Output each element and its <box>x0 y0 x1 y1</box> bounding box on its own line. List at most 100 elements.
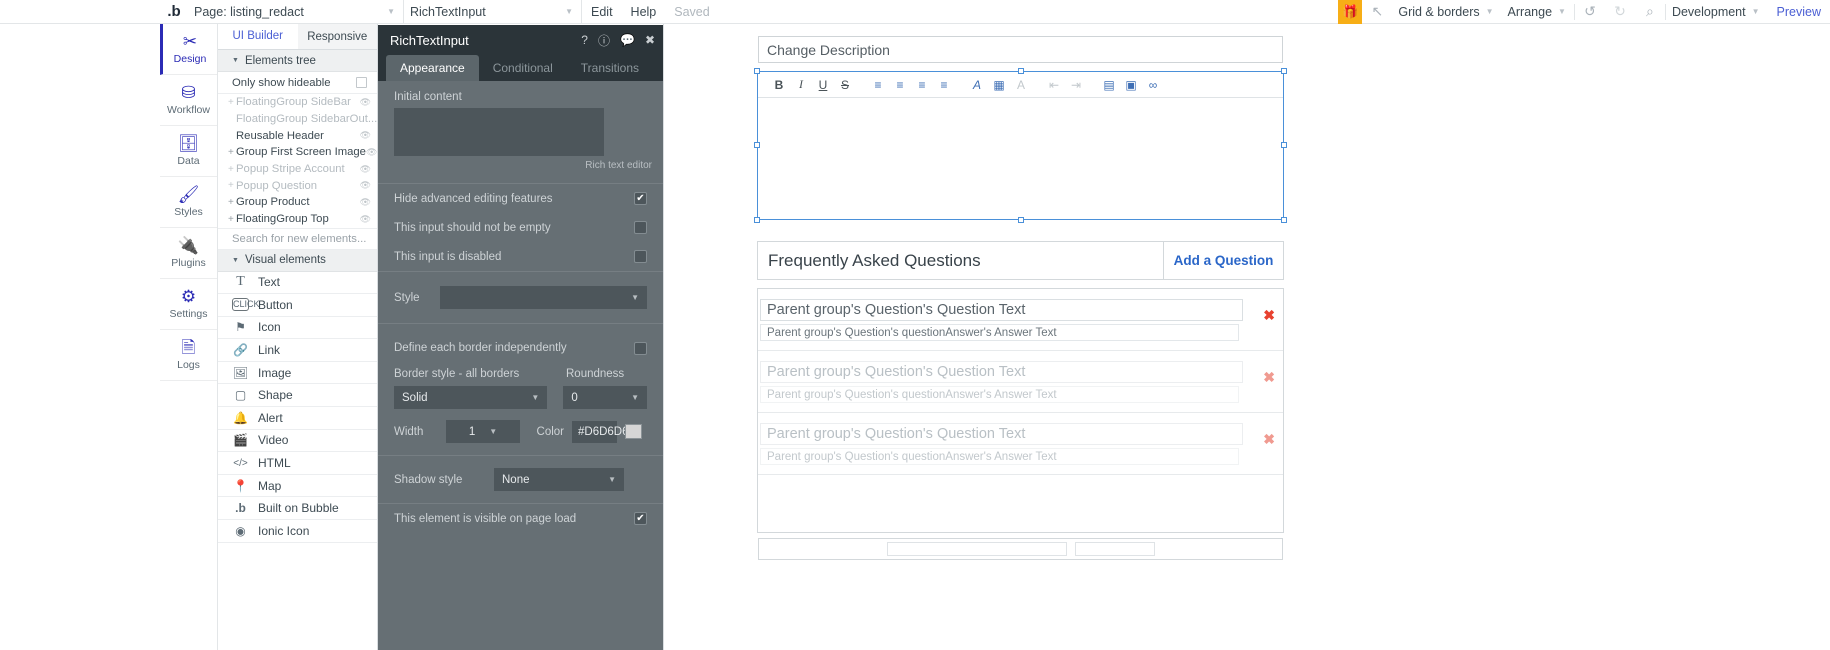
change-description-input[interactable]: Change Description <box>758 36 1283 63</box>
visibility-eye-icon[interactable]: 👁 <box>360 180 371 191</box>
delete-x-icon[interactable]: ✖ <box>1263 307 1275 324</box>
resize-handle-s[interactable] <box>1018 217 1024 223</box>
undo-icon[interactable]: ↺ <box>1575 0 1605 24</box>
tree-item[interactable]: + Popup Question 👁 <box>218 177 377 194</box>
visual-element-built-on-bubble[interactable]: .b Built on Bubble <box>218 497 377 520</box>
style-select[interactable]: ▼ <box>440 286 647 309</box>
visibility-eye-icon[interactable]: 👁 <box>360 164 371 175</box>
faq-list-item[interactable]: Parent group's Question's Question Text … <box>758 289 1283 351</box>
tree-item[interactable]: Reusable Header 👁 <box>218 127 377 144</box>
bold-icon[interactable]: B <box>768 74 790 96</box>
color-swatch[interactable] <box>625 424 642 439</box>
visual-element-text[interactable]: T Text <box>218 272 377 295</box>
define-border-row[interactable]: Define each border independently <box>394 336 647 360</box>
tree-item[interactable]: + FloatingGroup SideBar 👁 <box>218 94 377 111</box>
visibility-eye-icon[interactable]: 👁 <box>360 214 371 225</box>
info-icon[interactable]: ⓘ <box>598 32 610 49</box>
tree-item[interactable]: + Group Product 👁 <box>218 194 377 211</box>
preview-button[interactable]: Preview <box>1768 0 1830 24</box>
insert-table-icon[interactable]: ▤ <box>1098 74 1120 96</box>
disabled-row[interactable]: This input is disabled <box>394 242 663 271</box>
align-center-icon[interactable]: ≡ <box>889 74 911 96</box>
resize-handle-e[interactable] <box>1281 142 1287 148</box>
delete-x-icon[interactable]: ✖ <box>1263 369 1275 386</box>
visible-on-load-checkbox[interactable]: ✔ <box>634 512 647 525</box>
visual-element-ionic-icon[interactable]: ◉ Ionic Icon <box>218 520 377 543</box>
rail-item-styles[interactable]: 🖌 Styles <box>160 177 217 228</box>
tab-ui-builder[interactable]: UI Builder <box>218 24 298 49</box>
tree-item[interactable]: + Popup Stripe Account 👁 <box>218 161 377 178</box>
expand-icon[interactable]: + <box>228 180 236 191</box>
align-left-icon[interactable]: ≡ <box>867 74 889 96</box>
shadow-select[interactable]: None ▼ <box>494 468 624 491</box>
page-selector[interactable]: Page: listing_redact ▼ <box>188 0 404 24</box>
resize-handle-ne[interactable] <box>1281 68 1287 74</box>
expand-icon[interactable]: + <box>228 197 236 208</box>
pointer-icon[interactable]: ↖ <box>1362 0 1392 24</box>
help-menu[interactable]: Help <box>622 0 666 24</box>
faq-list-item[interactable]: Parent group's Question's Question Text … <box>758 413 1283 475</box>
visibility-eye-icon[interactable]: 👁 <box>360 130 371 141</box>
only-show-hideable-checkbox[interactable] <box>356 77 367 88</box>
visual-element-html[interactable]: </> HTML <box>218 452 377 475</box>
rail-item-design[interactable]: ✂ Design <box>160 24 217 75</box>
rail-item-plugins[interactable]: 🔌 Plugins <box>160 228 217 279</box>
outdent-icon[interactable]: ⇤ <box>1043 74 1065 96</box>
resize-handle-nw[interactable] <box>754 68 760 74</box>
rail-item-settings[interactable]: ⚙ Settings <box>160 279 217 330</box>
search-new-elements-input[interactable]: Search for new elements... <box>218 228 377 250</box>
rich-text-input-element[interactable]: B I U S ≡ ≡ ≡ ≡ A ▦ A ⇤ ⇥ ▤ ▣ ∞ <box>757 71 1284 220</box>
element-selector[interactable]: RichTextInput ▼ <box>404 0 582 24</box>
disabled-checkbox[interactable] <box>634 250 647 263</box>
hide-advanced-checkbox[interactable]: ✔ <box>634 192 647 205</box>
tab-transitions[interactable]: Transitions <box>567 55 653 81</box>
edit-menu[interactable]: Edit <box>582 0 622 24</box>
visibility-eye-icon[interactable]: 👁 <box>366 147 377 158</box>
add-question-button[interactable]: Add a Question <box>1163 242 1283 279</box>
resize-handle-sw[interactable] <box>754 217 760 223</box>
hide-advanced-row[interactable]: Hide advanced editing features ✔ <box>394 184 663 213</box>
tree-item[interactable]: FloatingGroup SidebarOut... 👁 <box>218 111 377 128</box>
visual-elements-header[interactable]: ▼ Visual elements <box>218 250 377 272</box>
visual-element-image[interactable]: 🖼 Image <box>218 362 377 385</box>
indent-icon[interactable]: ⇥ <box>1065 74 1087 96</box>
tree-item[interactable]: + FloatingGroup Top 👁 <box>218 211 377 228</box>
font-color-icon[interactable]: A <box>966 74 988 96</box>
faq-list-item[interactable]: Parent group's Question's Question Text … <box>758 351 1283 413</box>
bubble-logo-icon[interactable]: .b <box>160 3 188 20</box>
elements-tree-header[interactable]: ▼ Elements tree <box>218 50 377 72</box>
color-value-input[interactable]: #D6D6D6 <box>572 421 617 443</box>
version-selector[interactable]: Development ▼ <box>1666 0 1768 24</box>
clear-format-icon[interactable]: A <box>1010 74 1032 96</box>
not-empty-checkbox[interactable] <box>634 221 647 234</box>
italic-icon[interactable]: I <box>790 74 812 96</box>
align-right-icon[interactable]: ≡ <box>911 74 933 96</box>
gift-icon[interactable]: 🎁 <box>1338 0 1362 24</box>
redo-icon[interactable]: ↻ <box>1605 0 1635 24</box>
initial-content-input[interactable] <box>394 108 604 156</box>
help-circle-icon[interactable]: ? <box>581 33 588 47</box>
roundness-select[interactable]: 0 ▼ <box>563 386 647 409</box>
rail-item-data[interactable]: 🗄 Data <box>160 126 217 177</box>
close-icon[interactable]: ✖ <box>645 33 655 47</box>
tab-conditional[interactable]: Conditional <box>479 55 567 81</box>
rich-text-content-area[interactable] <box>758 98 1283 219</box>
resize-handle-se[interactable] <box>1281 217 1287 223</box>
insert-image-icon[interactable]: ▣ <box>1120 74 1142 96</box>
resize-handle-n[interactable] <box>1018 68 1024 74</box>
visible-on-load-row[interactable]: This element is visible on page load ✔ <box>394 504 663 533</box>
visual-element-button[interactable]: CLICK Button <box>218 294 377 317</box>
visibility-eye-icon[interactable]: 👁 <box>360 197 371 208</box>
expand-icon[interactable]: + <box>228 97 236 108</box>
align-justify-icon[interactable]: ≡ <box>933 74 955 96</box>
grid-borders-menu[interactable]: Grid & borders ▼ <box>1392 0 1501 24</box>
strikethrough-icon[interactable]: S <box>834 74 856 96</box>
resize-handle-w[interactable] <box>754 142 760 148</box>
arrange-menu[interactable]: Arrange ▼ <box>1502 0 1574 24</box>
visual-element-shape[interactable]: ▢ Shape <box>218 384 377 407</box>
tree-item[interactable]: + Group First Screen Image 👁 <box>218 144 377 161</box>
comment-icon[interactable]: 💬 <box>620 33 635 47</box>
tab-responsive[interactable]: Responsive <box>298 24 378 49</box>
only-show-hideable-row[interactable]: Only show hideable <box>218 72 377 94</box>
expand-icon[interactable]: + <box>228 147 236 158</box>
